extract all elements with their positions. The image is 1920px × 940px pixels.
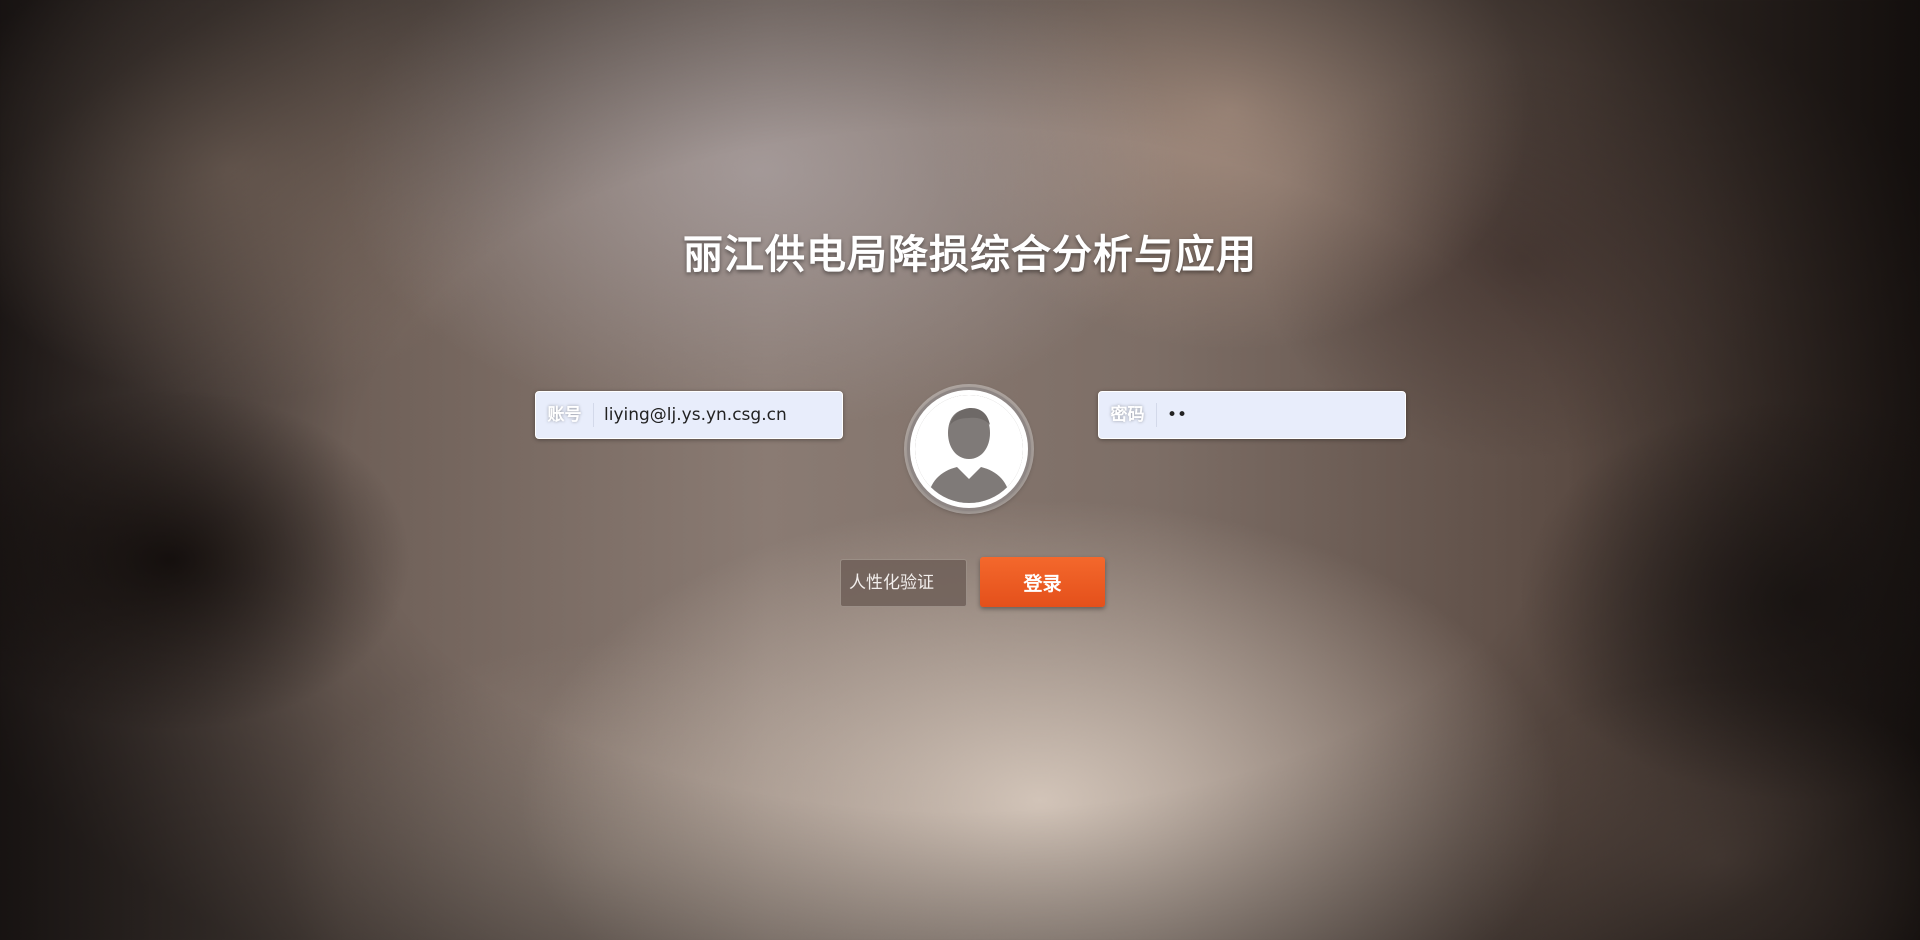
user-avatar-icon [907,387,1031,511]
password-input[interactable] [1157,392,1405,438]
account-label: 账号 [536,403,594,427]
page-title: 丽江供电局降损综合分析与应用 [683,232,1257,278]
login-button[interactable]: 登录 [980,557,1105,607]
password-field[interactable]: 密码 [1098,391,1406,439]
account-input[interactable] [594,392,842,438]
captcha-verify-button[interactable]: 人性化验证 [840,559,967,607]
password-label: 密码 [1099,403,1157,427]
person-silhouette-icon [915,395,1023,503]
account-field[interactable]: 账号 [535,391,843,439]
avatar-silhouette [915,395,1023,503]
